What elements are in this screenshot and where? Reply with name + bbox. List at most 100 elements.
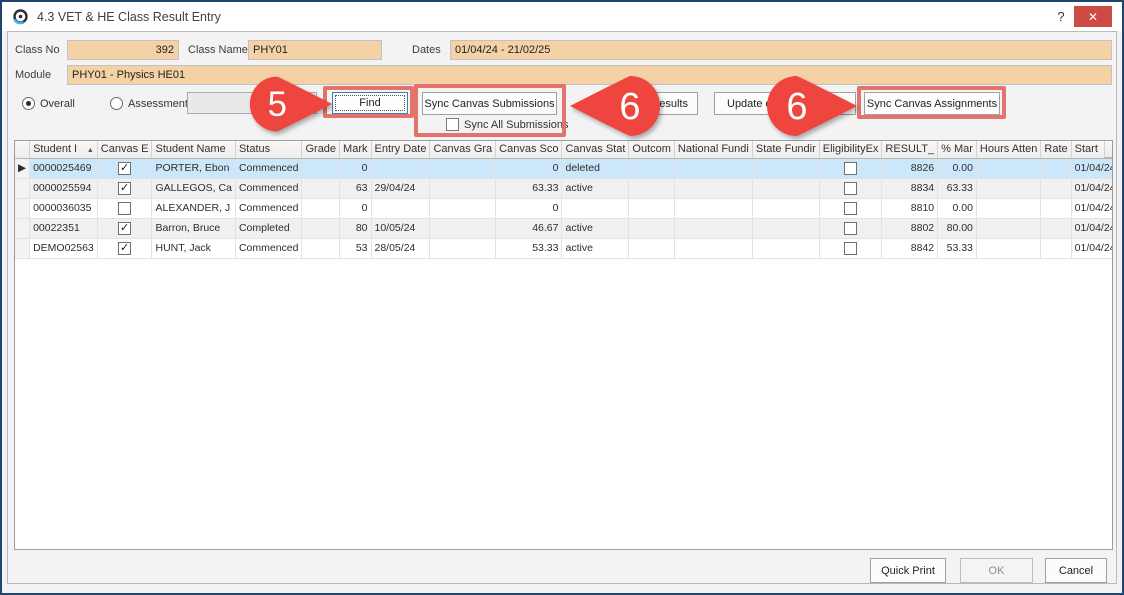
column-header-student_id[interactable]: Student I▲ xyxy=(30,141,98,158)
cell-eligibility_ex[interactable] xyxy=(819,178,882,198)
eligibility_ex-checkbox[interactable] xyxy=(844,222,857,235)
cell-entry_date[interactable]: 10/05/24 xyxy=(371,218,430,238)
cell-result[interactable]: 8842 xyxy=(882,238,938,258)
cell-rate[interactable] xyxy=(1041,178,1071,198)
cell-mark[interactable]: 0 xyxy=(340,158,371,178)
cell-mark[interactable]: 80 xyxy=(340,218,371,238)
cell-entry_date[interactable] xyxy=(371,158,430,178)
cell-student_id[interactable]: DEMO02563 xyxy=(30,238,98,258)
cell-canvas_status[interactable]: active xyxy=(562,218,629,238)
cell-eligibility_ex[interactable] xyxy=(819,218,882,238)
overall-radio[interactable]: Overall xyxy=(22,97,75,110)
cell-canvas_score[interactable]: 46.67 xyxy=(496,218,562,238)
cell-canvas_enrolled[interactable]: ✓ xyxy=(97,238,152,258)
cell-canvas_grade[interactable] xyxy=(430,178,496,198)
cell-hours_atten[interactable] xyxy=(976,218,1040,238)
cell-student_id[interactable]: 0000025594 xyxy=(30,178,98,198)
cell-national_funding[interactable] xyxy=(674,158,752,178)
cell-grade[interactable] xyxy=(302,198,340,218)
row-selector[interactable] xyxy=(15,198,30,218)
cell-student_id[interactable]: 0000025469 xyxy=(30,158,98,178)
column-header-sel[interactable] xyxy=(15,141,30,158)
cell-state_funding[interactable] xyxy=(752,218,819,238)
cell-result[interactable]: 8810 xyxy=(882,198,938,218)
column-header-canvas_grade[interactable]: Canvas Gra xyxy=(430,141,496,158)
eligibility_ex-checkbox[interactable] xyxy=(844,162,857,175)
cell-hours_atten[interactable] xyxy=(976,178,1040,198)
table-row[interactable]: 00022351 ✓ Barron, BruceCompleted 8010/05/2… xyxy=(15,218,1113,238)
cell-hours_atten[interactable] xyxy=(976,158,1040,178)
cell-grade[interactable] xyxy=(302,238,340,258)
column-header-mark[interactable]: Mark xyxy=(340,141,371,158)
row-selector[interactable] xyxy=(15,218,30,238)
help-button[interactable]: ? xyxy=(1048,9,1074,24)
cell-canvas_status[interactable] xyxy=(562,198,629,218)
canvas_enrolled-checkbox[interactable]: ✓ xyxy=(118,222,131,235)
cell-rate[interactable] xyxy=(1041,158,1071,178)
cell-grade[interactable] xyxy=(302,178,340,198)
cell-pct_mark[interactable]: 0.00 xyxy=(938,158,977,178)
cell-student_id[interactable]: 00022351 xyxy=(30,218,98,238)
column-header-result[interactable]: RESULT_ xyxy=(882,141,938,158)
cell-entry_date[interactable]: 29/04/24 xyxy=(371,178,430,198)
cancel-button[interactable]: Cancel xyxy=(1045,558,1107,583)
cell-student_name[interactable]: ALEXANDER, J xyxy=(152,198,235,218)
cell-outcome[interactable] xyxy=(629,198,675,218)
column-header-entry_date[interactable]: Entry Date xyxy=(371,141,430,158)
cell-result[interactable]: 8826 xyxy=(882,158,938,178)
assessment-radio[interactable]: Assessment xyxy=(110,97,188,110)
cell-outcome[interactable] xyxy=(629,178,675,198)
cell-hours_atten[interactable] xyxy=(976,238,1040,258)
cell-outcome[interactable] xyxy=(629,158,675,178)
column-header-canvas_score[interactable]: Canvas Sco xyxy=(496,141,562,158)
cell-canvas_score[interactable]: 0 xyxy=(496,198,562,218)
cell-outcome[interactable] xyxy=(629,238,675,258)
cell-entry_date[interactable] xyxy=(371,198,430,218)
cell-national_funding[interactable] xyxy=(674,238,752,258)
cell-canvas_grade[interactable] xyxy=(430,158,496,178)
cell-rate[interactable] xyxy=(1041,218,1071,238)
cell-canvas_enrolled[interactable]: ✓ xyxy=(97,178,152,198)
column-header-hours_atten[interactable]: Hours Atten xyxy=(976,141,1040,158)
cell-canvas_status[interactable]: active xyxy=(562,238,629,258)
cell-status[interactable]: Commenced xyxy=(235,158,302,178)
cell-state_funding[interactable] xyxy=(752,178,819,198)
column-header-national_funding[interactable]: National Fundi xyxy=(674,141,752,158)
cell-result[interactable]: 8802 xyxy=(882,218,938,238)
table-row[interactable]: ▶0000025469✓PORTER, EbonCommenced00delet… xyxy=(15,158,1113,178)
quick-print-button[interactable]: Quick Print xyxy=(870,558,946,583)
cell-pct_mark[interactable]: 53.33 xyxy=(938,238,977,258)
row-selector[interactable] xyxy=(15,238,30,258)
cell-start[interactable]: 01/04/24 xyxy=(1071,218,1113,238)
cell-canvas_grade[interactable] xyxy=(430,198,496,218)
cell-mark[interactable]: 63 xyxy=(340,178,371,198)
cell-canvas_score[interactable]: 0 xyxy=(496,158,562,178)
cell-canvas_enrolled[interactable]: ✓ xyxy=(97,218,152,238)
cell-canvas_enrolled[interactable]: ✓ xyxy=(97,158,152,178)
cell-status[interactable]: Completed xyxy=(235,218,302,238)
column-header-status[interactable]: Status xyxy=(235,141,302,158)
cell-student_id[interactable]: 0000036035 xyxy=(30,198,98,218)
canvas_enrolled-checkbox[interactable] xyxy=(118,202,131,215)
cell-eligibility_ex[interactable] xyxy=(819,198,882,218)
cell-state_funding[interactable] xyxy=(752,238,819,258)
cell-entry_date[interactable]: 28/05/24 xyxy=(371,238,430,258)
canvas_enrolled-checkbox[interactable]: ✓ xyxy=(118,242,131,255)
eligibility_ex-checkbox[interactable] xyxy=(844,202,857,215)
canvas_enrolled-checkbox[interactable]: ✓ xyxy=(118,182,131,195)
dates-field[interactable]: 01/04/24 - 21/02/25 xyxy=(450,40,1112,60)
cell-start[interactable]: 01/04/24 xyxy=(1071,178,1113,198)
eligibility_ex-checkbox[interactable] xyxy=(844,242,857,255)
cell-mark[interactable]: 0 xyxy=(340,198,371,218)
cell-canvas_status[interactable]: deleted xyxy=(562,158,629,178)
row-selector[interactable]: ▶ xyxy=(15,158,30,178)
column-header-eligibility_ex[interactable]: EligibilityEx xyxy=(819,141,882,158)
cell-status[interactable]: Commenced xyxy=(235,178,302,198)
cell-national_funding[interactable] xyxy=(674,218,752,238)
cell-canvas_grade[interactable] xyxy=(430,218,496,238)
cell-outcome[interactable] xyxy=(629,218,675,238)
column-header-rate[interactable]: Rate xyxy=(1041,141,1071,158)
cell-student_name[interactable]: Barron, Bruce xyxy=(152,218,235,238)
class-name-field[interactable]: PHY01 xyxy=(248,40,382,60)
cell-status[interactable]: Commenced xyxy=(235,198,302,218)
